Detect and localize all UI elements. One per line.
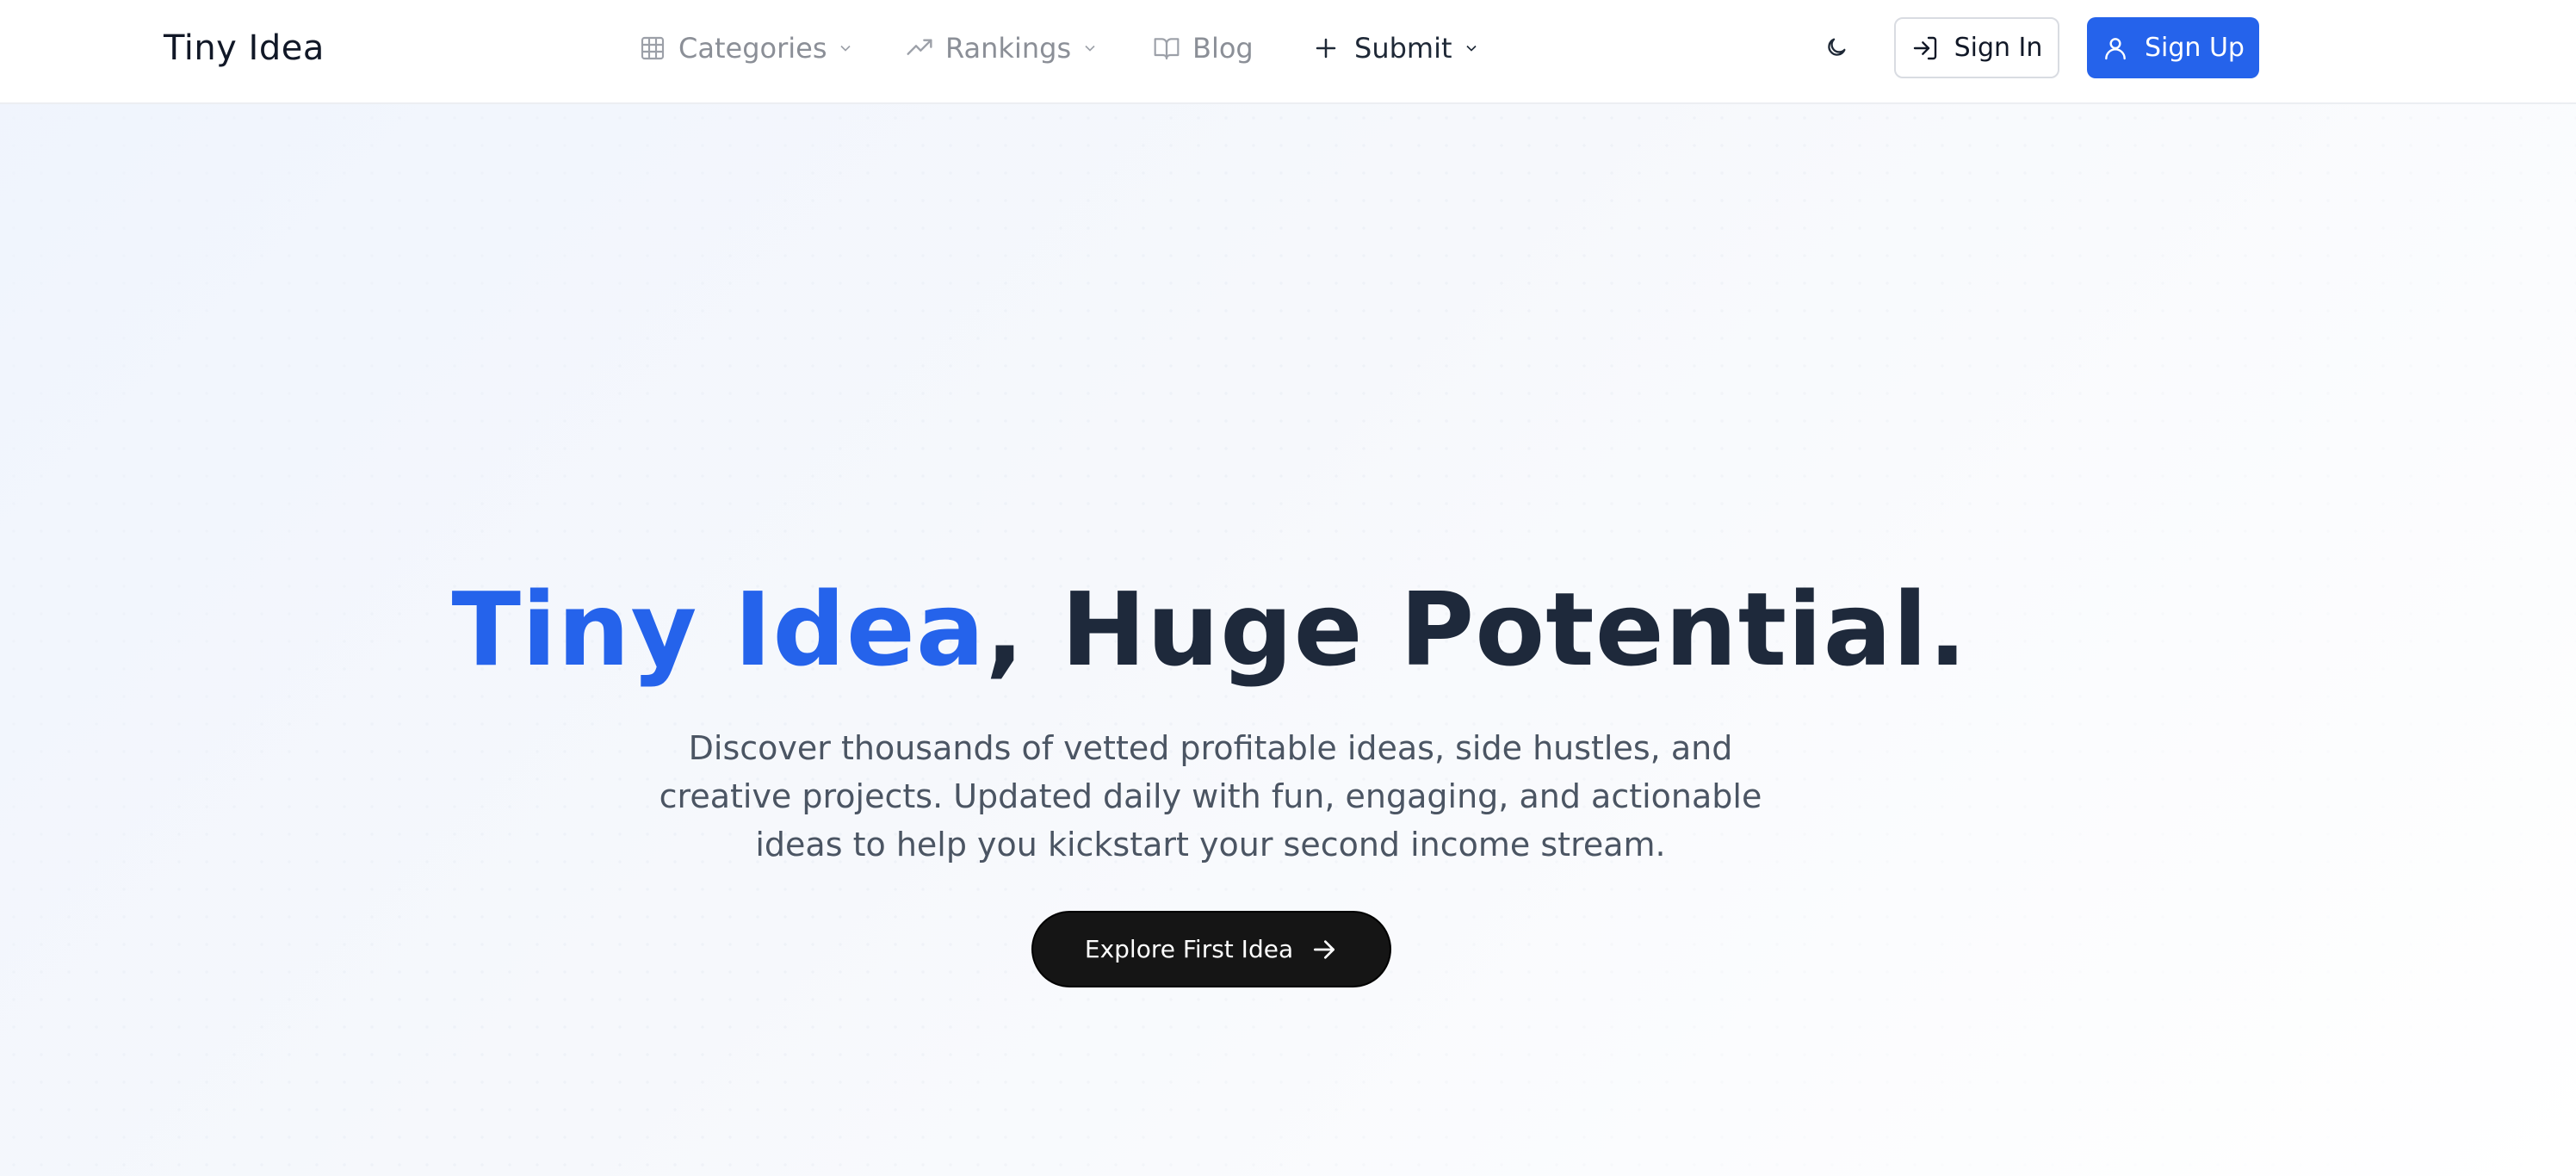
nav-submit-label: Submit xyxy=(1354,32,1452,65)
sign-up-label: Sign Up xyxy=(2145,33,2245,63)
moon-icon xyxy=(1824,35,1848,63)
nav-rankings[interactable]: Rankings xyxy=(906,24,1153,72)
chevron-down-icon xyxy=(837,40,854,57)
hero-headline-accent: Tiny Idea xyxy=(451,570,986,689)
sign-in-label: Sign In xyxy=(1954,33,2043,63)
landing-page: Tiny Idea Categories Rankings Blog Submi… xyxy=(0,0,2576,1176)
sign-in-button[interactable]: Sign In xyxy=(1894,17,2059,78)
hero-section: Tiny Idea, Huge Potential. Discover thou… xyxy=(0,104,2576,1176)
log-in-icon xyxy=(1911,34,1939,62)
hero-headline: Tiny Idea, Huge Potential. xyxy=(0,569,2419,690)
book-open-icon xyxy=(1153,34,1180,62)
grid-icon xyxy=(639,34,666,62)
nav-blog[interactable]: Blog xyxy=(1153,24,1313,72)
plus-icon xyxy=(1313,35,1339,61)
nav-blog-label: Blog xyxy=(1192,32,1254,65)
nav-rankings-label: Rankings xyxy=(945,32,1072,65)
nav-categories[interactable]: Categories xyxy=(639,24,906,72)
chevron-down-icon xyxy=(1081,40,1099,57)
chevron-down-icon xyxy=(1463,40,1480,57)
arrow-right-icon xyxy=(1310,936,1338,963)
sign-up-button[interactable]: Sign Up xyxy=(2087,17,2259,78)
hero-headline-rest: , Huge Potential. xyxy=(985,570,1968,689)
cta-label: Explore First Idea xyxy=(1084,935,1294,963)
trending-up-icon xyxy=(906,34,933,62)
theme-toggle-button[interactable] xyxy=(1822,34,1851,64)
explore-first-idea-button[interactable]: Explore First Idea xyxy=(1031,911,1391,987)
nav-categories-label: Categories xyxy=(678,32,827,65)
top-navigation-bar: Tiny Idea Categories Rankings Blog Submi… xyxy=(0,0,2576,104)
nav-submit[interactable]: Submit xyxy=(1313,24,1480,72)
hero-subtitle: Discover thousands of vetted profitable … xyxy=(659,729,1762,863)
main-nav: Categories Rankings Blog Submit xyxy=(639,24,1480,72)
user-icon xyxy=(2102,34,2129,62)
brand-logo[interactable]: Tiny Idea xyxy=(164,26,325,71)
